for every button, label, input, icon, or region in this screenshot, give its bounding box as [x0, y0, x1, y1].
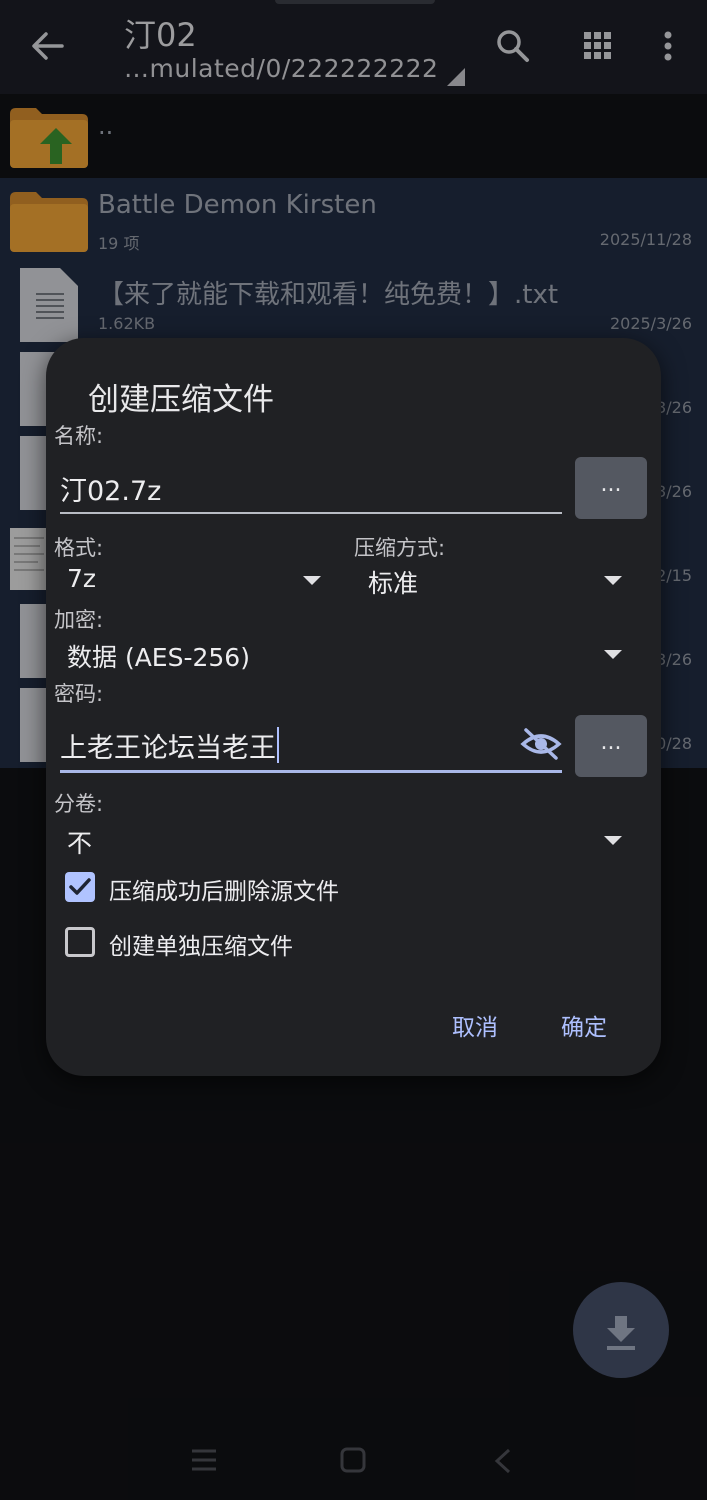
password-options-button[interactable]: ...: [575, 715, 647, 777]
compression-method-dropdown-icon[interactable]: [604, 576, 622, 585]
encryption-select[interactable]: 数据 (AES-256): [67, 638, 250, 674]
check-icon: [69, 878, 91, 895]
create-archive-dialog: 创建压缩文件 名称: 汀02.7z ... 格式: 7z 压缩方式: 标准 加密…: [46, 338, 661, 1076]
cancel-button[interactable]: 取消: [452, 1008, 498, 1042]
password-label: 密码:: [54, 682, 104, 706]
name-label: 名称:: [54, 424, 104, 448]
browse-name-button[interactable]: ...: [575, 457, 647, 519]
encryption-dropdown-icon[interactable]: [604, 650, 622, 659]
visibility-off-icon[interactable]: [520, 726, 562, 762]
text-cursor: [277, 727, 279, 763]
format-select[interactable]: 7z: [67, 564, 96, 593]
delete-source-label[interactable]: 压缩成功后删除源文件: [109, 872, 339, 906]
dialog-title: 创建压缩文件: [88, 382, 274, 418]
archive-name-input[interactable]: 汀02.7z: [60, 469, 161, 508]
archive-name-underline: [60, 512, 562, 514]
format-label: 格式:: [54, 536, 104, 560]
split-volume-dropdown-icon[interactable]: [604, 836, 622, 845]
password-underline: [60, 770, 562, 773]
split-volume-select[interactable]: 不: [67, 824, 92, 860]
password-input[interactable]: 上老王论坛当老王: [60, 726, 279, 765]
separate-archives-checkbox[interactable]: [65, 927, 95, 957]
compression-method-label: 压缩方式:: [354, 536, 446, 560]
password-value: 上老王论坛当老王: [60, 733, 276, 764]
split-volume-label: 分卷:: [54, 792, 104, 816]
encryption-label: 加密:: [54, 608, 104, 632]
format-dropdown-icon[interactable]: [303, 576, 321, 585]
delete-source-checkbox[interactable]: [65, 872, 95, 902]
ok-button[interactable]: 确定: [561, 1008, 607, 1042]
separate-archives-label[interactable]: 创建单独压缩文件: [109, 927, 293, 961]
compression-method-select[interactable]: 标准: [368, 564, 418, 600]
